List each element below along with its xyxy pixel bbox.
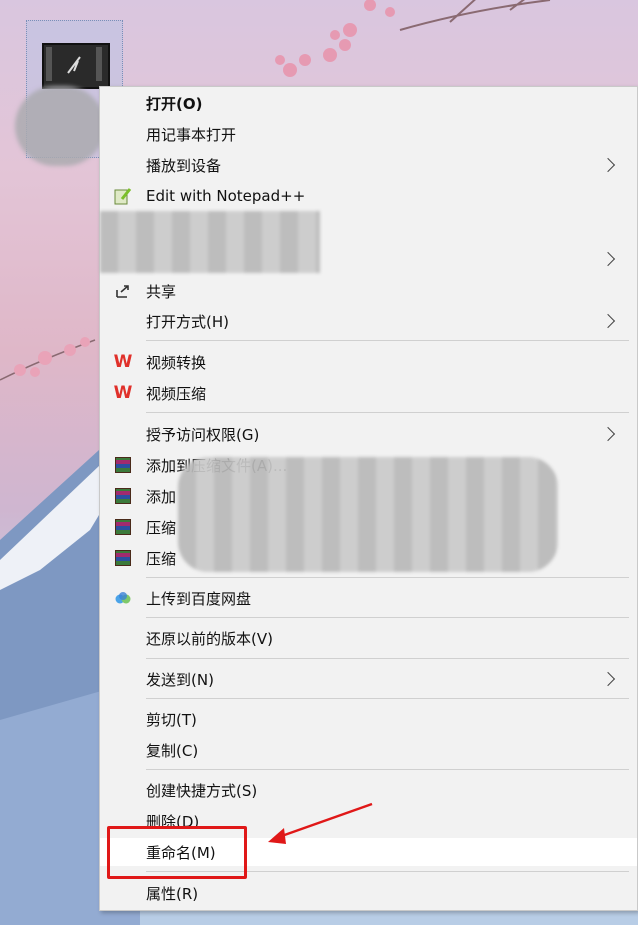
- winrar-icon: [114, 549, 132, 567]
- menu-item-open-with[interactable]: 打开方式(H): [100, 307, 637, 335]
- menu-item-label: 创建快捷方式(S): [146, 781, 258, 800]
- winrar-icon: [114, 518, 132, 536]
- menu-separator: [146, 617, 629, 618]
- menu-separator: [146, 698, 629, 699]
- menu-item-label: 压缩: [146, 518, 177, 537]
- menu-item-restore-versions[interactable]: 还原以前的版本(V): [100, 624, 637, 652]
- redacted-filename: [15, 86, 105, 166]
- menu-item-label: 上传到百度网盘: [146, 589, 252, 608]
- menu-item-send-to[interactable]: 发送到(N): [100, 665, 637, 693]
- wps-icon: W: [113, 383, 133, 403]
- menu-item-open[interactable]: 打开(O): [100, 89, 637, 117]
- redacted-archive-labels: [178, 457, 558, 572]
- menu-item-edit-notepadpp[interactable]: Edit with Notepad++: [100, 182, 637, 210]
- chevron-right-icon: [600, 426, 616, 442]
- menu-item-label: 剪切(T): [146, 710, 197, 729]
- menu-item-label: 播放到设备: [146, 156, 222, 175]
- cherry-blossom-decoration: [0, 337, 96, 381]
- menu-separator: [146, 769, 629, 770]
- menu-item-grant-access[interactable]: 授予访问权限(G): [100, 420, 637, 448]
- menu-item-label: 压缩: [146, 549, 177, 568]
- cherry-branch-decoration: [275, 0, 551, 77]
- menu-separator: [146, 577, 629, 578]
- share-icon: [114, 282, 132, 300]
- video-file-icon: [42, 43, 110, 89]
- menu-item-label: 属性(R): [146, 884, 199, 903]
- winrar-icon: [114, 456, 132, 474]
- winrar-icon: [114, 487, 132, 505]
- menu-item-properties[interactable]: 属性(R): [100, 879, 637, 907]
- menu-item-label: Edit with Notepad++: [146, 187, 306, 205]
- red-arrow-annotation: [268, 802, 373, 844]
- menu-item-label: 视频压缩: [146, 384, 207, 403]
- chevron-right-icon: [600, 157, 616, 173]
- menu-item-cut[interactable]: 剪切(T): [100, 705, 637, 733]
- menu-item-video-compress[interactable]: W 视频压缩: [100, 379, 637, 407]
- menu-item-video-convert[interactable]: W 视频转换: [100, 348, 637, 376]
- menu-separator: [146, 340, 629, 341]
- menu-item-cast-to-device[interactable]: 播放到设备: [100, 151, 637, 179]
- menu-item-label: 打开方式(H): [146, 312, 229, 331]
- menu-item-label: 视频转换: [146, 353, 207, 372]
- menu-item-label: 发送到(N): [146, 670, 214, 689]
- chevron-right-icon: [600, 251, 616, 267]
- context-menu: 打开(O) 用记事本打开 播放到设备 Edit with Notepad++ 共…: [99, 86, 638, 911]
- highlight-box: [107, 826, 247, 879]
- menu-item-open-notepad[interactable]: 用记事本打开: [100, 120, 637, 148]
- menu-separator: [146, 412, 629, 413]
- menu-item-label: 添加: [146, 487, 177, 506]
- menu-separator: [146, 658, 629, 659]
- redacted-menu-items: [100, 211, 320, 273]
- menu-item-label: 打开(O): [146, 94, 203, 113]
- menu-item-copy[interactable]: 复制(C): [100, 736, 637, 764]
- chevron-right-icon: [600, 313, 616, 329]
- menu-item-label: 共享: [146, 282, 177, 301]
- menu-item-upload-baidu[interactable]: 上传到百度网盘: [100, 584, 637, 612]
- chevron-right-icon: [600, 671, 616, 687]
- menu-item-label: 复制(C): [146, 741, 199, 760]
- baidu-cloud-icon: [114, 589, 132, 607]
- menu-item-label: 还原以前的版本(V): [146, 629, 273, 648]
- wps-icon: W: [113, 352, 133, 372]
- menu-item-label: 用记事本打开: [146, 125, 237, 144]
- menu-item-label: 授予访问权限(G): [146, 425, 260, 444]
- menu-item-share[interactable]: 共享: [100, 277, 637, 305]
- notepad-plus-icon: [114, 187, 132, 205]
